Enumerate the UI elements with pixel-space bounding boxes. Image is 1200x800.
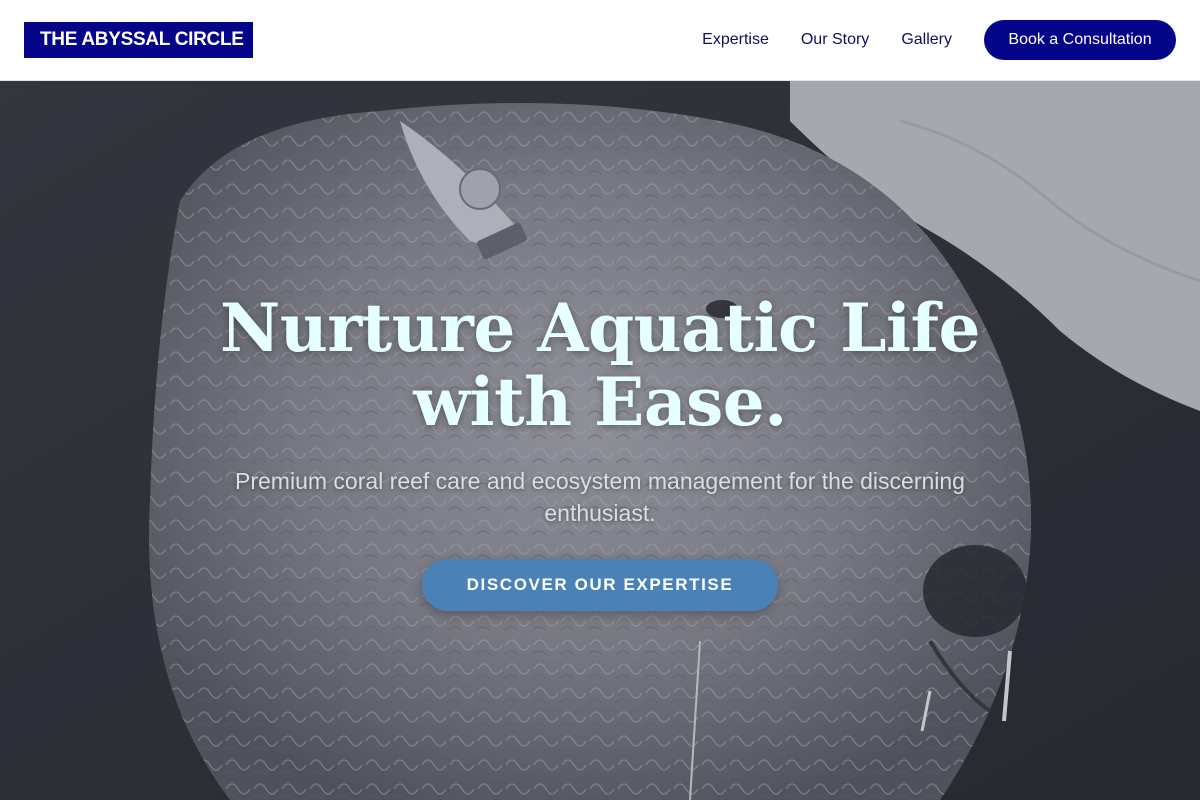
site-header: THE ABYSSAL CIRCLE Expertise Our Story G… (0, 0, 1200, 81)
hero-section: Nurture Aquatic Life with Ease. Premium … (0, 81, 1200, 800)
hero-content: Nurture Aquatic Life with Ease. Premium … (0, 291, 1200, 611)
book-consultation-button[interactable]: Book a Consultation (984, 20, 1176, 60)
nav-link-gallery[interactable]: Gallery (901, 31, 952, 49)
logo[interactable]: THE ABYSSAL CIRCLE (24, 22, 253, 58)
hero-subtitle: Premium coral reef care and ecosystem ma… (235, 468, 965, 526)
hero-title: Nurture Aquatic Life with Ease. (220, 289, 981, 441)
nav-link-our-story[interactable]: Our Story (801, 31, 869, 49)
discover-expertise-button[interactable]: DISCOVER OUR EXPERTISE (422, 559, 778, 611)
nav-link-expertise[interactable]: Expertise (702, 31, 769, 49)
main-nav: Expertise Our Story Gallery Book a Consu… (670, 20, 1176, 60)
